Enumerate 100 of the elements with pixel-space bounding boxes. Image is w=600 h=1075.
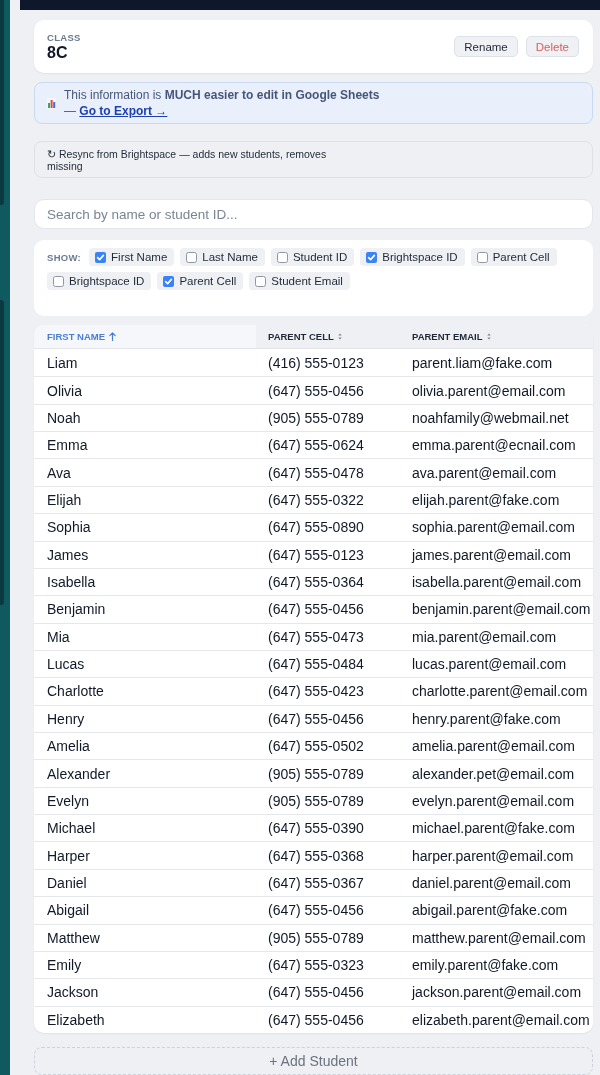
table-cell-text: (647) 555-0322 xyxy=(267,490,365,510)
checkbox[interactable] xyxy=(476,251,488,263)
table-cell-text: noahfamily@webmail.net xyxy=(411,408,570,428)
table-cell-text: (905) 555-0789 xyxy=(267,928,365,948)
column-toggle[interactable]: Student Email xyxy=(249,272,350,290)
table-cell-text: (647) 555-0423 xyxy=(267,682,365,702)
checkbox[interactable] xyxy=(255,275,267,287)
column-toggle[interactable]: First Name xyxy=(89,248,175,266)
table-cell-text: Noah xyxy=(46,408,82,428)
table-cell-text: (647) 555-0364 xyxy=(267,573,365,593)
table-cell-text: (647) 555-0456 xyxy=(267,1010,365,1030)
table-cell-text: Elijah xyxy=(46,490,83,510)
column-header[interactable]: PARENT CELL xyxy=(256,325,400,348)
table-cell-text: matthew.parent@email.com xyxy=(411,928,587,948)
table-cell-text: parent.liam@fake.com xyxy=(411,353,554,373)
table-cell-text: James xyxy=(46,545,90,565)
class-name: 8C xyxy=(47,42,69,62)
table-cell-text: Evelyn xyxy=(46,791,91,811)
sort-icon xyxy=(337,333,342,340)
table-cell-text: Amelia xyxy=(46,737,91,757)
column-toggle[interactable]: Brightspace ID xyxy=(360,248,465,266)
table-cell-text: Sophia xyxy=(46,518,92,538)
table-cell-text: (647) 555-0624 xyxy=(267,436,365,456)
checkbox[interactable] xyxy=(163,275,175,287)
resync-button[interactable]: ↻ Resync from Brightspace — adds new students, removes missing xyxy=(34,141,593,178)
table-cell-text: olivia.parent@email.com xyxy=(411,381,567,401)
table-cell-text: (905) 555-0789 xyxy=(267,791,365,811)
checkbox[interactable] xyxy=(95,251,107,263)
column-header[interactable]: PARENT EMAIL xyxy=(400,325,593,348)
table-cell-text: Matthew xyxy=(46,928,101,948)
table-cell-text: Harper xyxy=(46,846,91,866)
table-cell-text: abigail.parent@fake.com xyxy=(411,901,569,921)
table-cell-text: (647) 555-0890 xyxy=(267,518,365,538)
table-cell-text: (647) 555-0367 xyxy=(267,874,365,893)
table-cell-text: (647) 555-0473 xyxy=(267,627,365,647)
table-cell-text: Olivia xyxy=(46,381,83,401)
add-student-button[interactable]: + Add Student xyxy=(34,1047,593,1075)
table-cell-text: Elizabeth xyxy=(46,1010,106,1030)
table-cell-text: henry.parent@fake.com xyxy=(411,709,562,729)
table-cell-text: Daniel xyxy=(46,874,88,893)
column-header[interactable]: FIRST NAME xyxy=(34,325,256,348)
column-toggle[interactable]: Brightspace ID xyxy=(47,272,152,290)
bar-chart-icon xyxy=(47,97,56,109)
table-cell-text: (647) 555-0456 xyxy=(267,709,365,729)
table-cell-text: Henry xyxy=(46,709,86,729)
table-cell-text: Alexander xyxy=(46,764,112,784)
table-cell-text: (416) 555-0123 xyxy=(267,353,365,373)
arrow-up-icon xyxy=(109,332,117,341)
table-cell-text: (647) 555-0123 xyxy=(267,545,365,565)
table-cell-text: evelyn.parent@email.com xyxy=(411,791,576,811)
table-cell-text: (647) 555-0323 xyxy=(267,956,365,976)
search-field[interactable]: Search by name or student ID... xyxy=(34,199,593,229)
show-label: SHOW: xyxy=(47,251,82,263)
export-link[interactable]: Go to Export → xyxy=(79,104,168,118)
table-cell-text: mia.parent@email.com xyxy=(411,627,558,647)
column-toggle[interactable]: Parent Cell xyxy=(470,248,557,266)
table-cell-text: Emily xyxy=(46,956,83,976)
table-cell-text: (647) 555-0484 xyxy=(267,655,365,675)
table-cell-text: Emma xyxy=(46,436,89,456)
checkbox[interactable] xyxy=(53,275,64,287)
table-cell-text: (905) 555-0789 xyxy=(267,408,365,428)
banner-text: This information is MUCH easier to edit in Google Sheets — Go to Export → xyxy=(64,87,380,119)
table-cell-text: (647) 555-0456 xyxy=(267,983,365,1003)
table-cell-text: (647) 555-0390 xyxy=(267,819,365,839)
table-cell-text: Lucas xyxy=(46,655,86,675)
table-cell-text: Ava xyxy=(46,463,72,483)
table-cell-text: (647) 555-0456 xyxy=(267,901,365,921)
column-toggle[interactable]: Student ID xyxy=(270,248,355,266)
checkbox[interactable] xyxy=(186,251,198,263)
table-cell-text: harper.parent@email.com xyxy=(411,846,575,866)
table-cell-text: Liam xyxy=(46,353,79,373)
table-cell-text: Benjamin xyxy=(46,600,107,620)
table-cell-text: (647) 555-0368 xyxy=(267,846,365,866)
table-cell-text: sophia.parent@email.com xyxy=(411,518,576,538)
checkbox[interactable] xyxy=(276,251,288,263)
table-cell-text: Charlotte xyxy=(46,682,105,702)
table-cell-text: elijah.parent@fake.com xyxy=(411,490,561,510)
table-cell-text: (647) 555-0502 xyxy=(267,737,365,757)
column-toggle[interactable]: Last Name xyxy=(180,248,265,266)
table-cell-text: alexander.pet@email.com xyxy=(411,764,576,784)
table-cell-text: ava.parent@email.com xyxy=(411,463,558,483)
table-cell-text: (647) 555-0456 xyxy=(267,600,365,620)
table-cell-text: isabella.parent@email.com xyxy=(411,573,583,593)
table-cell-text: Michael xyxy=(46,819,97,839)
table-cell-text: Mia xyxy=(46,627,71,647)
class-label: CLASS xyxy=(47,31,81,43)
table-cell-text: emily.parent@fake.com xyxy=(411,956,560,976)
table-cell-text: Isabella xyxy=(46,573,97,593)
table-cell-text: elizabeth.parent@email.com xyxy=(411,1010,591,1030)
table-cell-text: Jackson xyxy=(46,983,100,1003)
column-toggle[interactable]: Parent Cell xyxy=(157,272,244,290)
table-cell-text: amelia.parent@email.com xyxy=(411,737,576,757)
class-action-button[interactable]: Rename xyxy=(454,36,518,57)
table-cell-text: charlotte.parent@email.com xyxy=(411,682,589,702)
table-cell-text: benjamin.parent@email.com xyxy=(411,600,592,620)
table-cell-text: (647) 555-0478 xyxy=(267,463,365,483)
table-cell-text: jackson.parent@email.com xyxy=(410,983,583,1003)
table-cell-text: Abigail xyxy=(46,901,91,921)
checkbox[interactable] xyxy=(366,251,378,263)
sort-icon xyxy=(486,333,491,340)
